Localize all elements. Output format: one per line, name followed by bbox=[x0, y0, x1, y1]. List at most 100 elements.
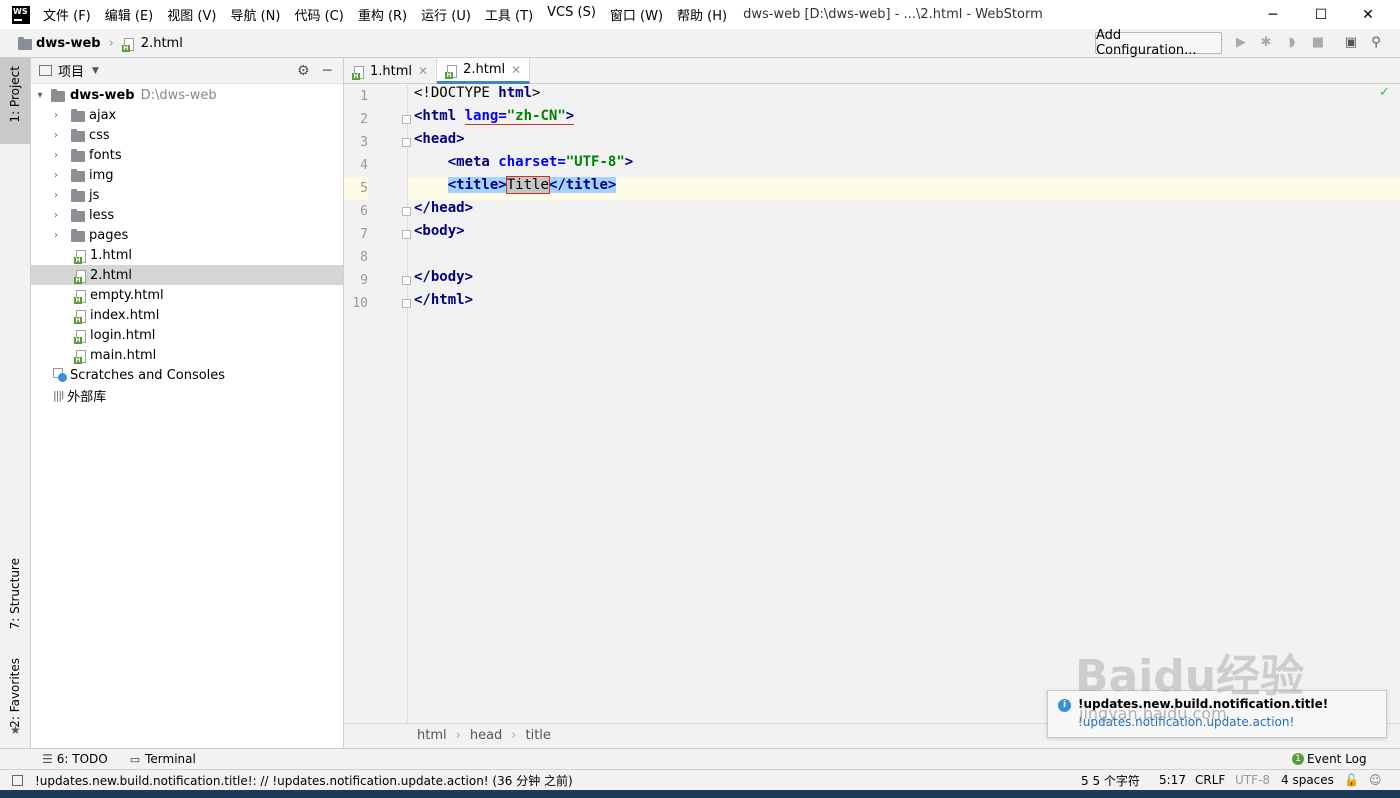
tree-root[interactable]: ▾ dws-web D:\dws-web bbox=[31, 85, 343, 105]
doctype-keyword: <!DOCTYPE bbox=[414, 85, 499, 101]
tree-folder-less[interactable]: › less bbox=[31, 205, 343, 225]
scratches-icon bbox=[53, 368, 67, 382]
code-line-9: </body> bbox=[414, 269, 473, 292]
chevron-right-icon[interactable]: › bbox=[51, 110, 61, 121]
tree-folder-css[interactable]: › css bbox=[31, 125, 343, 145]
tree-libraries[interactable]: |||l 外部库 bbox=[31, 385, 343, 405]
inspection-ok-icon[interactable]: ✓ bbox=[1379, 85, 1390, 100]
crumb-title[interactable]: title bbox=[526, 728, 551, 743]
tree-file-empty[interactable]: Hempty.html bbox=[31, 285, 343, 305]
inspector-icon[interactable]: ☺ bbox=[1369, 773, 1382, 787]
toggle-tool-windows-icon[interactable] bbox=[12, 774, 23, 786]
project-structure-icon[interactable]: ▣ bbox=[1343, 35, 1359, 51]
tree-file-login[interactable]: Hlogin.html bbox=[31, 325, 343, 345]
crumb-head[interactable]: head bbox=[470, 728, 502, 743]
lock-icon[interactable]: 🔓 bbox=[1344, 773, 1359, 787]
tree-folder-img[interactable]: › img bbox=[31, 165, 343, 185]
html-file-icon: H bbox=[74, 330, 87, 344]
crumb-html[interactable]: html bbox=[417, 728, 447, 743]
status-encoding[interactable]: UTF-8 bbox=[1235, 773, 1270, 787]
line-number: 9 bbox=[360, 273, 368, 288]
search-everywhere-icon[interactable]: ⚲ bbox=[1368, 35, 1384, 51]
folder-label: js bbox=[89, 187, 100, 203]
menu-code[interactable]: 代码 (C) bbox=[294, 5, 343, 24]
chevron-down-icon[interactable]: ▾ bbox=[35, 90, 45, 101]
project-panel-title[interactable]: 项目 bbox=[58, 61, 84, 80]
menu-help[interactable]: 帮助 (H) bbox=[677, 5, 727, 24]
chevron-right-icon[interactable]: › bbox=[51, 190, 61, 201]
status-indent[interactable]: 4 spaces bbox=[1281, 773, 1334, 787]
chevron-right-icon[interactable]: › bbox=[51, 210, 61, 221]
minimize-panel-icon[interactable]: ─ bbox=[323, 63, 331, 79]
chevron-right-icon[interactable]: › bbox=[51, 150, 61, 161]
tab-1html[interactable]: H 1.html ✕ bbox=[344, 58, 438, 84]
tree-folder-js[interactable]: › js bbox=[31, 185, 343, 205]
line-number: 10 bbox=[352, 296, 368, 311]
lang-value: "zh-CN" bbox=[506, 108, 566, 124]
nav-file[interactable]: 2.html bbox=[141, 36, 183, 51]
tool-terminal[interactable]: Terminal bbox=[145, 752, 196, 766]
menu-file[interactable]: 文件 (F) bbox=[43, 5, 91, 24]
taskbar-strip bbox=[0, 790, 1400, 798]
menu-navigate[interactable]: 导航 (N) bbox=[230, 5, 280, 24]
code-line-2: <html lang="zh-CN"> bbox=[414, 108, 575, 131]
notification-balloon[interactable]: i !updates.new.build.notification.title!… bbox=[1047, 690, 1387, 738]
tool-event-log[interactable]: Event Log bbox=[1307, 752, 1367, 766]
tree-file-2html[interactable]: H 2.html bbox=[31, 265, 343, 285]
run-icon[interactable]: ▶ bbox=[1233, 35, 1249, 51]
event-log-icon: 1 bbox=[1292, 753, 1304, 765]
code-line-6: </head> bbox=[414, 200, 473, 223]
menu-run[interactable]: 运行 (U) bbox=[421, 5, 471, 24]
gear-icon[interactable]: ⚙ bbox=[297, 63, 310, 79]
root-path: D:\dws-web bbox=[140, 87, 217, 103]
menu-tools[interactable]: 工具 (T) bbox=[485, 5, 533, 24]
editor-tabs: H 1.html ✕ H 2.html ✕ bbox=[344, 58, 1400, 84]
chevron-down-icon[interactable]: ▼ bbox=[92, 66, 99, 76]
tree-file-1html[interactable]: H 1.html bbox=[31, 245, 343, 265]
folder-icon bbox=[71, 128, 85, 142]
close-tab-icon[interactable]: ✕ bbox=[511, 63, 521, 77]
file-label: index.html bbox=[90, 307, 160, 323]
close-tab-icon[interactable]: ✕ bbox=[418, 64, 428, 78]
status-line-separator[interactable]: CRLF bbox=[1195, 773, 1225, 787]
menu-window[interactable]: 窗口 (W) bbox=[610, 5, 663, 24]
tree-file-index[interactable]: Hindex.html bbox=[31, 305, 343, 325]
code-editor[interactable]: <!DOCTYPE html> <html lang="zh-CN"> <hea… bbox=[408, 85, 1400, 723]
chevron-right-icon[interactable]: › bbox=[51, 170, 61, 181]
menu-edit[interactable]: 编辑 (E) bbox=[105, 5, 154, 24]
minimize-button[interactable]: ─ bbox=[1250, 0, 1296, 29]
add-configuration-button[interactable]: Add Configuration... bbox=[1095, 28, 1222, 58]
title-bar: WS 文件 (F) 编辑 (E) 视图 (V) 导航 (N) 代码 (C) 重构… bbox=[0, 0, 1400, 29]
body-close-tag: </body> bbox=[414, 269, 474, 285]
tool-todo[interactable]: 6: TODO bbox=[57, 752, 108, 766]
nav-project[interactable]: dws-web bbox=[36, 36, 101, 51]
menu-vcs[interactable]: VCS (S) bbox=[547, 5, 596, 24]
coverage-icon[interactable]: ◗ bbox=[1284, 35, 1300, 51]
status-message[interactable]: !updates.new.build.notification.title!: … bbox=[35, 772, 573, 789]
status-position[interactable]: 5:17 bbox=[1159, 773, 1186, 787]
stop-icon[interactable]: ■ bbox=[1310, 35, 1326, 51]
tab-2html[interactable]: H 2.html ✕ bbox=[437, 58, 531, 84]
chevron-right-icon[interactable]: › bbox=[51, 130, 61, 141]
debug-icon[interactable]: ✱ bbox=[1258, 35, 1274, 51]
tool-tab-project[interactable]: 1: Project bbox=[8, 66, 22, 123]
close-button[interactable]: ✕ bbox=[1345, 0, 1391, 29]
notification-action-link[interactable]: !updates.notification.update.action! bbox=[1078, 715, 1294, 729]
tree-file-main[interactable]: Hmain.html bbox=[31, 345, 343, 365]
line-number: 6 bbox=[360, 204, 368, 219]
code-line-10: </html> bbox=[414, 292, 473, 315]
menu-view[interactable]: 视图 (V) bbox=[167, 5, 216, 24]
maximize-button[interactable]: ☐ bbox=[1298, 0, 1344, 29]
tree-scratches[interactable]: Scratches and Consoles bbox=[31, 365, 343, 385]
window-title: dws-web [D:\dws-web] - ...\2.html - WebS… bbox=[743, 7, 1043, 22]
tree-folder-pages[interactable]: › pages bbox=[31, 225, 343, 245]
menu-refactor[interactable]: 重构 (R) bbox=[358, 5, 407, 24]
tool-tab-favorites[interactable]: 2: Favorites bbox=[8, 658, 22, 728]
window-icon bbox=[39, 65, 52, 76]
html-file-icon: H bbox=[74, 250, 87, 264]
status-bar: !updates.new.build.notification.title!: … bbox=[0, 769, 1400, 790]
tool-tab-structure[interactable]: 7: Structure bbox=[8, 558, 22, 629]
tree-folder-ajax[interactable]: › ajax bbox=[31, 105, 343, 125]
tree-folder-fonts[interactable]: › fonts bbox=[31, 145, 343, 165]
chevron-right-icon[interactable]: › bbox=[51, 230, 61, 241]
